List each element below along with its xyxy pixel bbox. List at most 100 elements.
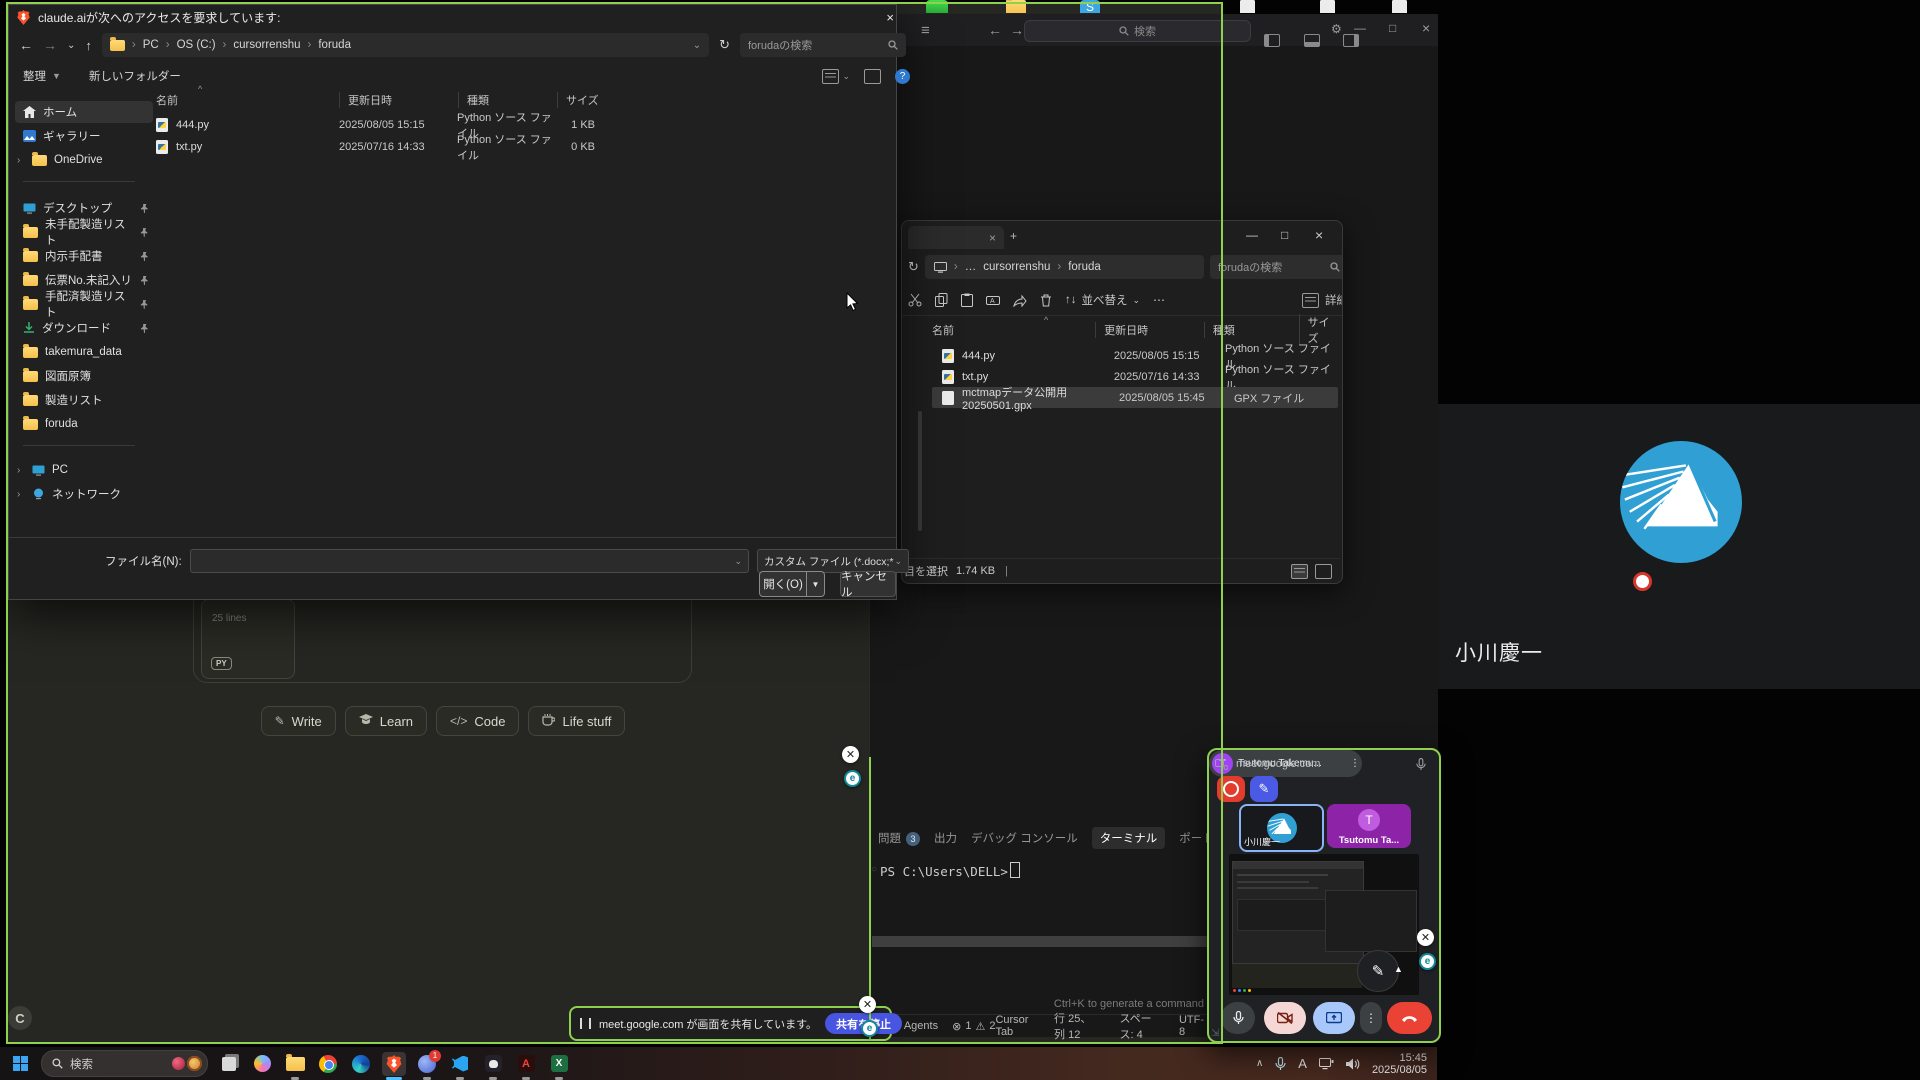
file-row[interactable]: txt.py 2025/07/16 14:33 Python ソース ファイル … — [156, 136, 796, 157]
collapse-icon[interactable]: ▲ — [1394, 964, 1403, 974]
resize-handle[interactable]: ⇲ — [1211, 1028, 1219, 1039]
breadcrumb[interactable]: › … cursorrenshu › foruda — [925, 255, 1204, 279]
sidebar-item-folder[interactable]: 手配済製造リスト — [15, 293, 153, 315]
help-icon[interactable]: ? — [895, 69, 910, 84]
sidebar-item-onedrive[interactable]: › OneDrive — [15, 149, 153, 171]
overlay-close-button[interactable]: ✕ — [842, 746, 859, 763]
acrobat-icon[interactable]: A — [514, 1052, 538, 1076]
teams-icon[interactable]: 1 — [415, 1052, 439, 1076]
menu-icon[interactable]: ≡ — [921, 22, 930, 39]
breadcrumb-item[interactable]: foruda — [318, 39, 351, 51]
copilot-icon[interactable] — [250, 1052, 274, 1076]
close-button[interactable]: × — [1422, 20, 1430, 36]
forward-icon[interactable]: → — [43, 37, 57, 53]
status-encoding[interactable]: UTF-8 — [1179, 1014, 1204, 1038]
minimize-button[interactable]: — — [1354, 21, 1366, 35]
dialog-search-input[interactable]: forudaの検索 — [740, 33, 906, 57]
history-back-icon[interactable]: ← — [988, 22, 1002, 38]
breadcrumb-item[interactable]: foruda — [1068, 261, 1101, 273]
overlay-close-button[interactable]: ✕ — [859, 996, 876, 1013]
column-size[interactable]: サイズ — [557, 92, 626, 108]
column-date[interactable]: 更新日時 — [339, 92, 458, 108]
sidebar-item-folder[interactable]: 製造リスト — [15, 389, 153, 411]
column-name[interactable]: 名前 — [156, 92, 339, 108]
overlay-close-button[interactable]: ✕ — [1417, 929, 1434, 946]
sidebar-item-folder[interactable]: 未手配製造リスト — [15, 221, 153, 243]
maximize-button[interactable]: □ — [1281, 228, 1288, 242]
back-icon[interactable]: ← — [19, 37, 33, 53]
task-view-button[interactable] — [217, 1052, 241, 1076]
settings-gear-icon[interactable]: ⚙ — [1331, 22, 1342, 36]
dialog-title-bar[interactable]: claude.aiが次へのアクセスを要求しています: × — [9, 5, 904, 29]
chrome-icon[interactable] — [316, 1052, 340, 1076]
tray-mic-icon[interactable] — [1275, 1057, 1286, 1071]
excel-icon[interactable]: X — [547, 1052, 571, 1076]
history-forward-icon[interactable]: → — [1010, 22, 1024, 38]
sidebar-item-folder[interactable]: takemura_data — [15, 341, 153, 363]
annotate-pen-button[interactable]: ✎ — [1250, 776, 1278, 802]
write-button[interactable]: ✎ Write — [261, 706, 336, 736]
status-line-col[interactable]: 行 25、列 12 — [1054, 1010, 1097, 1042]
claude-logo[interactable]: C — [8, 1006, 32, 1030]
vscode-icon[interactable] — [448, 1052, 472, 1076]
screen-share-preview[interactable]: ✎ ▲ — [1229, 854, 1419, 995]
sidebar-item-folder[interactable]: 図面原簿 — [15, 365, 153, 387]
desktop-shortcut-icon[interactable] — [926, 0, 952, 13]
claude-composer[interactable]: 25 lines PY — [193, 598, 692, 683]
annotation-fab-icon[interactable]: ✎ — [1357, 950, 1399, 992]
camera-off-button[interactable] — [1264, 1002, 1306, 1034]
sidebar-item-network[interactable]: › ネットワーク — [15, 483, 153, 505]
column-date[interactable]: 更新日時 — [1095, 322, 1204, 338]
pause-icon[interactable] — [580, 1018, 591, 1029]
overlay-extension-button[interactable]: e — [861, 1020, 878, 1037]
open-split-button[interactable]: 開く(O) ▼ — [759, 571, 825, 597]
filename-input[interactable]: ⌄ — [190, 549, 749, 573]
start-button[interactable] — [8, 1052, 32, 1076]
status-indent[interactable]: スペース: 4 — [1119, 1010, 1157, 1042]
desktop-document-icon[interactable] — [1240, 0, 1260, 13]
breadcrumb-item[interactable]: cursorrenshu — [983, 261, 1050, 273]
problems-status[interactable]: ⊗1 ⚠2 — [952, 1020, 995, 1033]
new-tab-button[interactable]: + — [1010, 229, 1017, 243]
toggle-sidebar-icon[interactable] — [1264, 34, 1280, 47]
terminal-prompt[interactable]: PS C:\Users\DELL> — [880, 862, 1020, 879]
github-desktop-icon[interactable] — [481, 1052, 505, 1076]
hangup-button[interactable] — [1387, 1002, 1432, 1034]
column-type[interactable]: 種類 — [458, 92, 557, 108]
desktop-folder-icon[interactable] — [1006, 0, 1032, 13]
paste-icon[interactable] — [961, 293, 973, 307]
toggle-panel-icon[interactable] — [1304, 34, 1320, 47]
terminal-scrollbar[interactable] — [872, 936, 1224, 947]
sidebar-item-home[interactable]: ホーム — [15, 101, 153, 123]
cursor-title-bar[interactable]: ≡ ← → 検索 ⚙ — □ × — [870, 14, 1438, 46]
expand-icon[interactable]: › — [17, 155, 25, 166]
tab-output[interactable]: 出力 — [934, 830, 957, 846]
pip-title-bar[interactable]: meet.google.com — [1215, 754, 1430, 774]
sidebar-item-gallery[interactable]: ギャラリー — [15, 125, 153, 147]
volume-icon[interactable] — [1346, 1058, 1360, 1070]
hidden-icons-chevron[interactable]: ∧ — [1256, 1058, 1263, 1069]
sidebar-item-downloads[interactable]: ダウンロード — [15, 317, 153, 339]
sidebar-item-folder[interactable]: 内示手配書 — [15, 245, 153, 267]
breadcrumb-item[interactable]: OS (C:) — [177, 39, 216, 51]
code-button[interactable]: </> Code — [436, 706, 519, 736]
breadcrumb-ellipsis[interactable]: … — [965, 261, 977, 273]
desktop-document-icon[interactable] — [1392, 0, 1412, 13]
sort-button[interactable]: ↑↓並べ替え⌄ — [1065, 292, 1140, 308]
video-tile-tsutomu[interactable]: T Tsutomu Ta... — [1327, 804, 1411, 848]
more-options-icon[interactable]: ⋯ — [1153, 293, 1165, 307]
share-icon[interactable] — [1013, 294, 1027, 307]
tab-debug-console[interactable]: デバッグ コンソール — [971, 830, 1078, 846]
taskbar-search[interactable]: 検索 — [41, 1050, 208, 1077]
column-type[interactable]: 種類 — [1204, 322, 1299, 338]
network-icon[interactable] — [1319, 1058, 1334, 1070]
overlay-extension-button[interactable]: e — [1419, 953, 1436, 970]
rename-icon[interactable]: A — [986, 294, 1000, 307]
view-mode-button[interactable]: ⌄ — [822, 69, 850, 84]
dialog-breadcrumb[interactable]: › PC › OS (C:) › cursorrenshu › foruda ⌄ — [102, 33, 709, 57]
organize-button[interactable]: 整理▼ — [23, 68, 61, 84]
record-button[interactable] — [1217, 776, 1245, 802]
present-button[interactable] — [1313, 1002, 1355, 1034]
large-icons-view-icon[interactable] — [1315, 564, 1332, 579]
edge-icon[interactable] — [349, 1052, 373, 1076]
